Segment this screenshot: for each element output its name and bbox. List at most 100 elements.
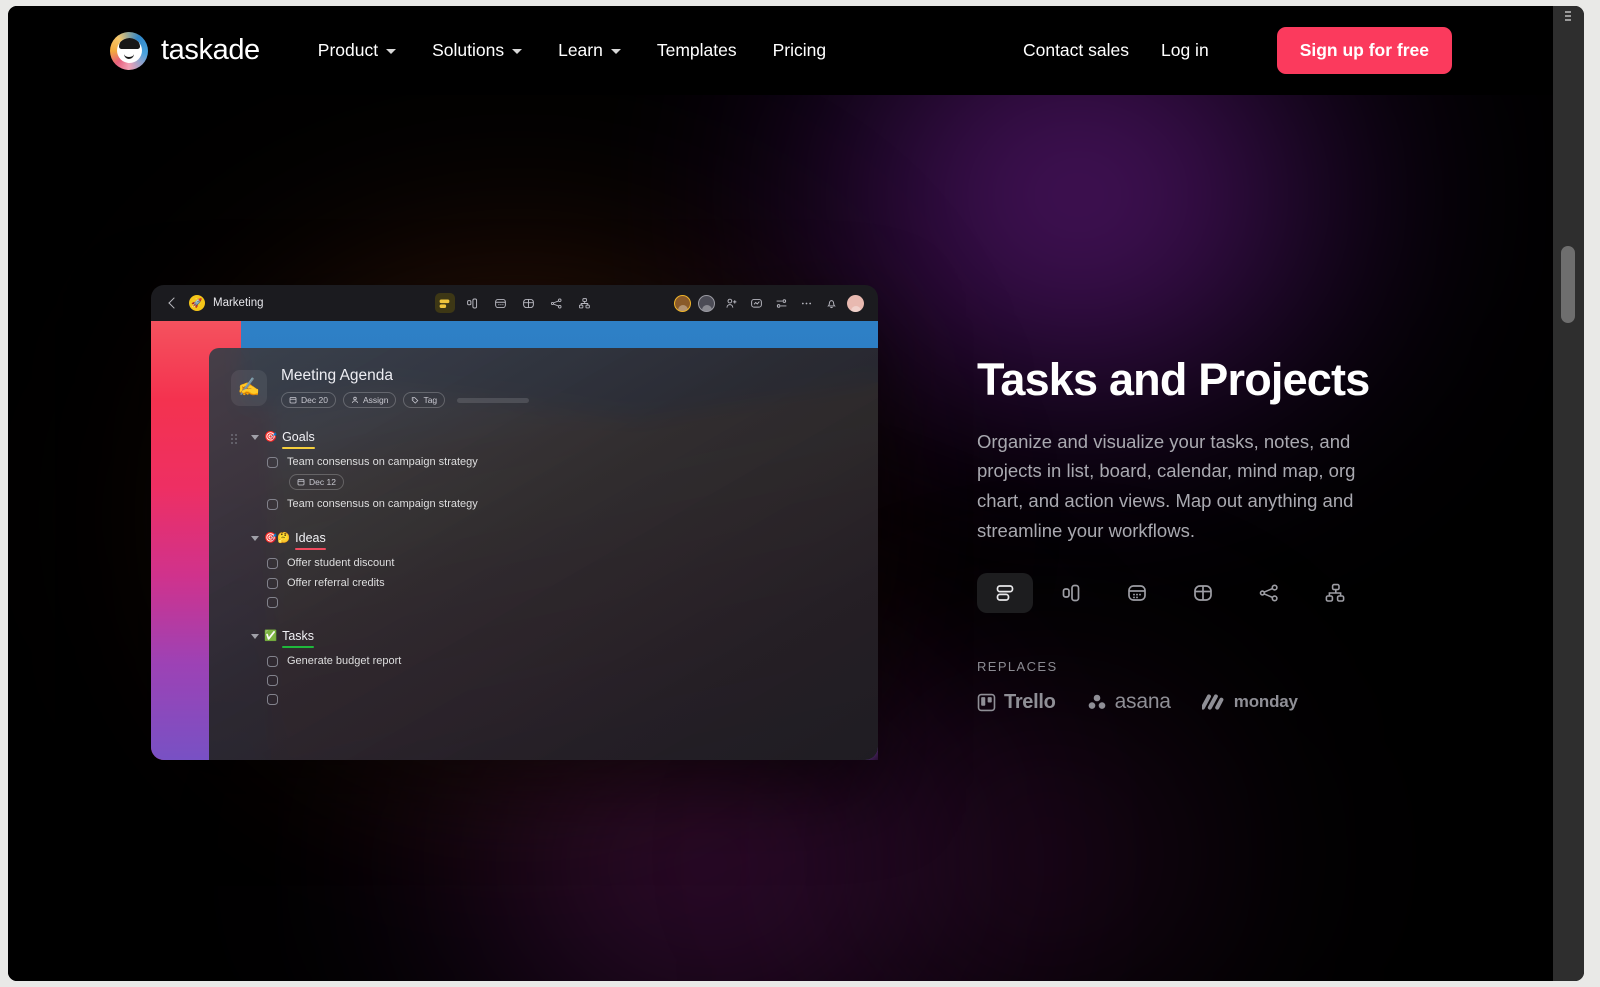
trello-logo: Trello — [977, 691, 1056, 714]
list-item[interactable]: Generate budget report — [231, 651, 876, 671]
nav-item-templates[interactable]: Templates — [639, 30, 755, 71]
nav-item-solutions[interactable]: Solutions — [414, 30, 540, 71]
checkbox[interactable] — [267, 558, 278, 569]
sign-up-button[interactable]: Sign up for free — [1277, 27, 1452, 74]
checkbox[interactable] — [267, 578, 278, 589]
asana-logo: asana — [1087, 690, 1171, 714]
monday-logo: monday — [1202, 692, 1298, 712]
due-date-chip[interactable]: Dec 12 — [289, 474, 344, 490]
collapse-triangle-icon[interactable] — [251, 634, 259, 639]
progress-bar — [457, 398, 529, 403]
mockup-orgchart-view-icon[interactable] — [575, 293, 595, 313]
chip-label: Dec 12 — [309, 477, 336, 487]
app-preview-mockup: 🚀 Marketing — [151, 285, 878, 760]
avatar[interactable] — [674, 295, 691, 312]
back-chevron-icon[interactable] — [165, 296, 179, 310]
brand-label: Trello — [1004, 691, 1056, 714]
list-item-date: Dec 12 — [289, 473, 876, 491]
view-mode-calendar-button[interactable] — [1109, 573, 1165, 613]
avatar[interactable] — [847, 295, 864, 312]
taskade-face-logo-icon — [110, 32, 148, 70]
nav-item-pricing[interactable]: Pricing — [755, 30, 845, 71]
brand-logo[interactable]: taskade — [110, 32, 260, 70]
log-in-link[interactable]: Log in — [1145, 30, 1225, 71]
chip-label: Dec 20 — [301, 395, 328, 405]
list-item[interactable]: Team consensus on campaign strategy — [231, 452, 876, 472]
view-mode-list-button[interactable] — [977, 573, 1033, 613]
nav-item-label: Solutions — [432, 40, 504, 61]
list-item-text: Team consensus on campaign strategy — [287, 498, 478, 510]
target-icon: 🎯 — [264, 432, 277, 443]
mockup-table-view-icon[interactable] — [519, 293, 539, 313]
target-thinking-icon: 🎯🤔 — [264, 533, 290, 544]
filter-sort-icon[interactable] — [772, 294, 790, 312]
add-person-icon[interactable] — [722, 294, 740, 312]
checkbox[interactable] — [267, 597, 278, 608]
top-navigation-bar: taskade Product Solutions Learn Template… — [8, 6, 1553, 95]
section-header[interactable]: 🎯 Goals — [231, 430, 876, 445]
mockup-list-view-icon[interactable] — [435, 293, 455, 313]
list-item[interactable]: Offer referral credits — [231, 573, 876, 593]
section-header[interactable]: 🎯🤔 Ideas — [231, 531, 876, 546]
section-label-text: Tasks — [282, 629, 314, 643]
check-mark-icon: ✅ — [264, 631, 277, 642]
scrollbar-grip-icon — [1565, 11, 1571, 24]
list-item[interactable] — [231, 671, 876, 690]
hero-section: 🚀 Marketing — [8, 95, 1553, 981]
checkbox[interactable] — [267, 457, 278, 468]
document-title: Meeting Agenda — [281, 367, 529, 385]
section-label-text: Goals — [282, 430, 315, 444]
list-item-text: Generate budget report — [287, 655, 401, 667]
collapse-triangle-icon[interactable] — [251, 435, 259, 440]
list-item[interactable]: Offer student discount — [231, 553, 876, 573]
more-options-icon[interactable] — [797, 294, 815, 312]
section-goals: 🎯 Goals Team consensus on campaign strat… — [231, 430, 876, 514]
section-header[interactable]: ✅ Tasks — [231, 629, 876, 644]
checkbox[interactable] — [267, 656, 278, 667]
checkbox[interactable] — [267, 499, 278, 510]
list-item[interactable] — [231, 593, 876, 612]
drag-handle-icon[interactable] — [231, 434, 238, 444]
section-label: Tasks — [282, 629, 314, 644]
tag-chip[interactable]: Tag — [403, 392, 445, 408]
mockup-header: 🚀 Marketing — [151, 285, 878, 321]
view-mode-orgchart-button[interactable] — [1307, 573, 1363, 613]
mockup-view-switcher — [435, 293, 595, 313]
list-item[interactable]: Team consensus on campaign strategy — [231, 494, 876, 514]
ai-chat-icon[interactable] — [747, 294, 765, 312]
due-date-chip[interactable]: Dec 20 — [281, 392, 336, 408]
avatar[interactable] — [698, 295, 715, 312]
collapse-triangle-icon[interactable] — [251, 536, 259, 541]
mockup-calendar-view-icon[interactable] — [491, 293, 511, 313]
view-mode-mindmap-button[interactable] — [1241, 573, 1297, 613]
mockup-toolbar — [674, 294, 864, 312]
nav-item-learn[interactable]: Learn — [540, 30, 639, 71]
chip-label: Assign — [363, 395, 389, 405]
replaces-logos: Trello asana monday — [977, 690, 1407, 714]
assign-chip[interactable]: Assign — [343, 392, 397, 408]
list-item-text: Offer student discount — [287, 557, 394, 569]
checkbox[interactable] — [267, 675, 278, 686]
section-label-text: Ideas — [295, 531, 326, 545]
nav-item-product[interactable]: Product — [300, 30, 414, 71]
tag-icon — [411, 396, 419, 404]
checkbox[interactable] — [267, 694, 278, 705]
rocket-icon: 🚀 — [189, 295, 205, 311]
list-item[interactable] — [231, 690, 876, 709]
contact-sales-link[interactable]: Contact sales — [1007, 30, 1145, 71]
mockup-board-view-icon[interactable] — [463, 293, 483, 313]
scrollbar-thumb[interactable] — [1561, 246, 1575, 323]
project-name: Marketing — [213, 297, 264, 309]
chip-label: Tag — [423, 395, 437, 405]
view-mode-board-button[interactable] — [1043, 573, 1099, 613]
section-label: Goals — [282, 430, 315, 445]
calendar-icon — [297, 478, 305, 486]
asana-icon — [1087, 693, 1107, 711]
hero-info-panel: Tasks and Projects Organize and visualiz… — [977, 355, 1407, 714]
notification-bell-icon[interactable] — [822, 294, 840, 312]
document-header: ✍️ Meeting Agenda Dec 20 Assign — [231, 367, 876, 408]
hero-description: Organize and visualize your tasks, notes… — [977, 427, 1369, 547]
mockup-mindmap-view-icon[interactable] — [547, 293, 567, 313]
view-mode-table-button[interactable] — [1175, 573, 1231, 613]
page-scrollbar[interactable] — [1553, 6, 1584, 981]
